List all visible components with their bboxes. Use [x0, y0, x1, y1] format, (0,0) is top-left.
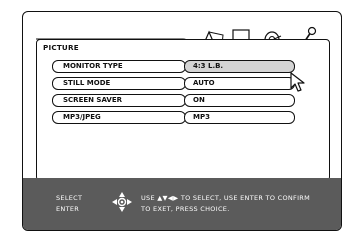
- hint-bar: SELECT ENTER USE ▲▼◀▶ TO SELECT, USE ENT…: [23, 178, 341, 230]
- select-label: SELECT: [56, 194, 83, 202]
- row-value[interactable]: AUTO: [184, 77, 295, 90]
- pointer-cursor-icon: [290, 72, 305, 92]
- navigation-keys-icon: [112, 192, 132, 212]
- menu-row-still-mode[interactable]: STILL MODE AUTO: [52, 77, 296, 90]
- row-label: SCREEN SAVER: [52, 94, 186, 107]
- menu-title: PICTURE: [43, 43, 79, 52]
- row-value-selected[interactable]: 4:3 L.B.: [184, 60, 295, 73]
- menu-row-screen-saver[interactable]: SCREEN SAVER ON: [52, 94, 296, 107]
- instruction-line-2: TO EXET, PRESS CHOICE.: [141, 205, 230, 213]
- row-value[interactable]: MP3: [184, 111, 295, 124]
- menu-row-monitor-type[interactable]: MONITOR TYPE 4:3 L.B.: [52, 60, 296, 73]
- hint-instructions: USE ▲▼◀▶ TO SELECT, USE ENTER TO CONFIRM…: [141, 193, 310, 215]
- hint-labels: SELECT ENTER: [56, 193, 82, 215]
- instruction-line-1: USE ▲▼◀▶ TO SELECT, USE ENTER TO CONFIRM: [141, 194, 311, 202]
- row-label: MP3/JPEG: [52, 111, 186, 124]
- row-value[interactable]: ON: [184, 94, 295, 107]
- row-label: MONITOR TYPE: [52, 60, 186, 73]
- menu-row-mp3-jpeg[interactable]: MP3/JPEG MP3: [52, 111, 296, 124]
- row-label: STILL MODE: [52, 77, 186, 90]
- osd-screen: PICTURE MONITOR TYPE 4:3 L.B. STILL MODE…: [22, 11, 342, 231]
- enter-label: ENTER: [56, 205, 80, 213]
